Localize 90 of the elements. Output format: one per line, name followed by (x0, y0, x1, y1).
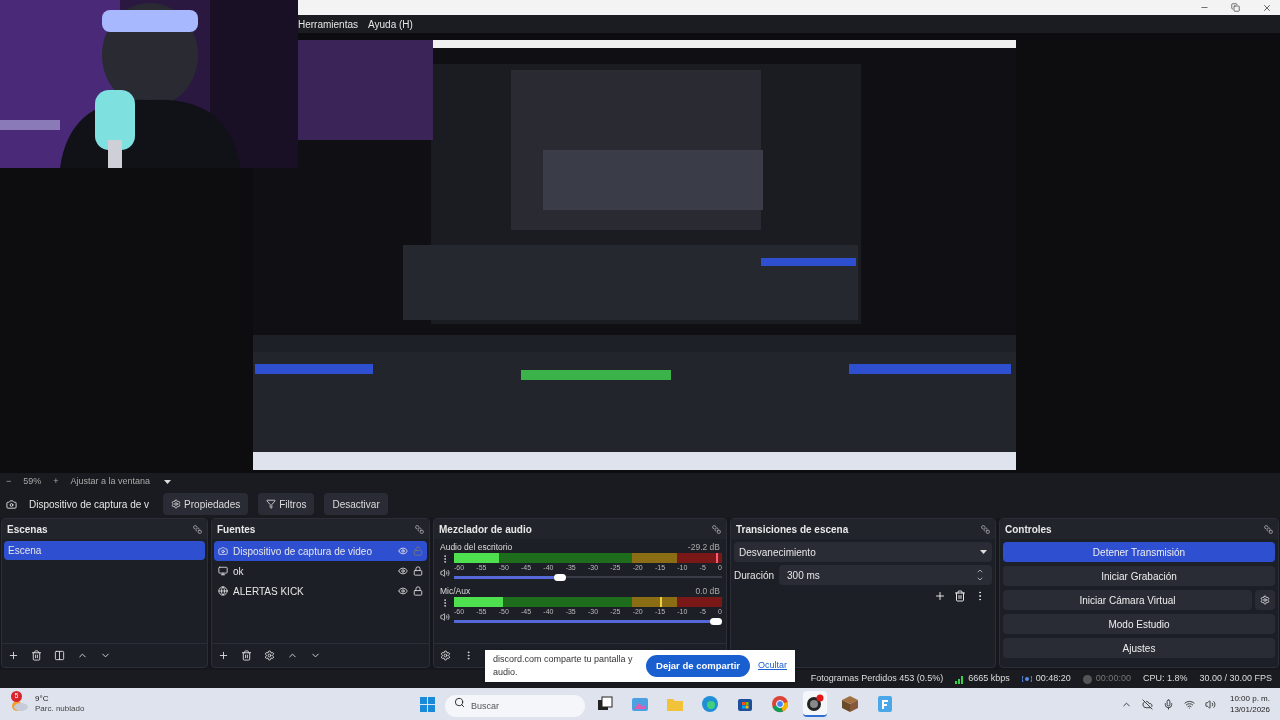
channel-name: Audio del escritorio (440, 541, 513, 553)
dock-title: Fuentes (217, 522, 256, 537)
increment-icon[interactable] (976, 567, 984, 575)
gear-icon (171, 499, 182, 509)
dropdown-arrow-icon (980, 550, 987, 554)
bitrate: 6665 kbps (968, 672, 1010, 686)
control-button[interactable]: Modo Estudio (1003, 614, 1275, 634)
dropped-frames: Fotogramas Perdidos 453 (0.5%) (810, 672, 944, 686)
broadcast-icon (1021, 675, 1032, 683)
lock-icon[interactable] (413, 566, 423, 576)
recorder-icon[interactable] (805, 694, 825, 712)
dock-title: Escenas (7, 522, 48, 537)
gear-icon[interactable] (264, 650, 275, 661)
wifi-icon[interactable] (1183, 698, 1195, 710)
dock-title: Transiciones de escena (736, 522, 849, 537)
camera-icon (218, 546, 228, 556)
stop-sharing-button[interactable]: Dejar de compartir (646, 655, 750, 677)
close-icon[interactable] (1262, 2, 1272, 13)
db-reading: -29.2 dB (687, 541, 720, 553)
monitor-icon (218, 566, 228, 576)
visibility-icon[interactable] (398, 586, 408, 596)
restore-icon[interactable] (1231, 3, 1240, 12)
control-button[interactable]: Iniciar Grabación (1003, 566, 1275, 586)
gear-icon[interactable] (440, 650, 451, 661)
speaker-icon[interactable] (440, 568, 450, 578)
speaker-icon[interactable] (440, 612, 450, 622)
weather-icon (12, 701, 28, 711)
menu-item[interactable]: Herramientas (298, 16, 359, 32)
taskbar-app[interactable] (803, 691, 827, 717)
zoom-in-button[interactable]: + (53, 474, 59, 489)
microphone-icon[interactable] (1162, 698, 1174, 710)
search-icon (454, 697, 465, 708)
cpu-usage: CPU: 1.8% (1142, 672, 1188, 686)
trash-icon[interactable] (31, 650, 42, 661)
zoom-out-button[interactable]: − (6, 474, 12, 489)
toolbar-button[interactable]: Filtros (258, 493, 315, 515)
duration-label: Duración (734, 568, 775, 583)
menu-item[interactable]: Ayuda (H) (368, 16, 413, 32)
add-icon[interactable] (934, 590, 946, 602)
visibility-icon[interactable] (398, 566, 408, 576)
start-icon[interactable] (420, 696, 435, 712)
channel-name: Mic/Aux (440, 585, 471, 597)
weather-condition: Parc. nublado (35, 704, 85, 714)
globe-icon (218, 586, 228, 596)
volume-slider[interactable] (454, 617, 722, 625)
speaker-icon[interactable] (1204, 698, 1216, 710)
toolbar-button[interactable]: Propiedades (163, 493, 249, 515)
add-icon[interactable] (8, 650, 19, 661)
dock-title: Controles (1005, 522, 1052, 537)
search-field[interactable]: Buscar (445, 694, 585, 717)
signal-icon (955, 674, 965, 684)
selected-source-name: Dispositivo de captura de v (29, 497, 150, 512)
stream-time: 00:48:20 (1035, 672, 1071, 686)
control-button[interactable]: Ajustes (1003, 638, 1275, 658)
gear-icon (1260, 595, 1270, 605)
db-reading: 0.0 dB (695, 585, 720, 597)
dock-title: Mezclador de audio (439, 522, 532, 537)
share-message: discord.com comparte tu pantalla y audio. (493, 652, 634, 679)
source-item[interactable]: Dispositivo de captura de video (214, 541, 427, 561)
trash-icon[interactable] (954, 590, 966, 602)
dropdown-arrow-icon (164, 479, 172, 484)
camera-icon (6, 498, 17, 510)
slider-thumb[interactable] (553, 573, 566, 581)
lock-icon[interactable] (413, 586, 423, 596)
add-icon[interactable] (218, 650, 229, 661)
record-time: 00:00:00 (1095, 672, 1131, 686)
duration-field[interactable]: 300 ms (779, 565, 992, 585)
source-item[interactable]: ok (214, 561, 427, 581)
task-view-icon[interactable] (597, 696, 613, 712)
zoom-level: 59% (23, 474, 42, 488)
temperature: 9°C (35, 694, 50, 704)
scene-item[interactable]: Escena (4, 541, 205, 560)
toolbar-button[interactable]: Desactivar (324, 493, 388, 515)
control-button[interactable]: Iniciar Cámara Virtual (1003, 590, 1252, 610)
fit-dropdown[interactable]: Ajustar a la ventana (70, 474, 172, 489)
cloud-off-icon[interactable] (1141, 698, 1153, 710)
clock-time: 10:00 p. m. (1229, 693, 1270, 704)
fps: 30.00 / 30.00 FPS (1199, 672, 1272, 686)
record-icon (1082, 674, 1092, 684)
trash-icon[interactable] (241, 650, 252, 661)
source-item[interactable]: ALERTAS KICK (214, 581, 427, 601)
transition-dropdown[interactable]: Desvanecimiento (734, 542, 992, 562)
control-button[interactable]: Detener Transmisión (1003, 542, 1275, 562)
slider-thumb[interactable] (710, 617, 722, 625)
decrement-icon[interactable] (976, 575, 984, 583)
settings-button[interactable] (1255, 590, 1275, 610)
visibility-icon[interactable] (398, 546, 408, 556)
volume-slider[interactable] (454, 573, 722, 581)
clock-date: 13/01/2026 (1229, 704, 1270, 715)
hide-link[interactable]: Ocultar (758, 659, 787, 673)
